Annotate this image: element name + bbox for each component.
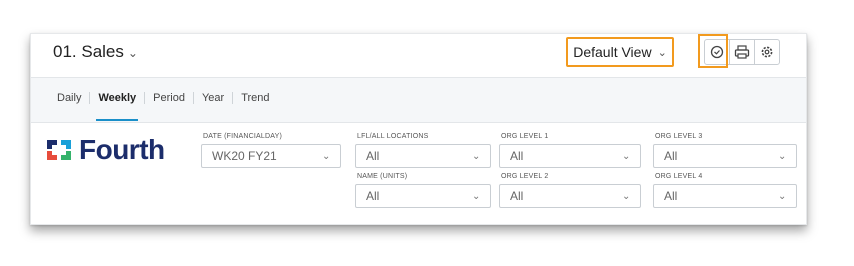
filter-org4-select[interactable]: All ⌄: [653, 184, 797, 208]
tab-period[interactable]: Period: [144, 92, 193, 104]
filter-date-value: WK20 FY21: [212, 149, 277, 163]
chevron-down-icon: ⌄: [472, 190, 481, 202]
filter-label-org2: ORG LEVEL 2: [501, 173, 549, 180]
filter-label-org4: ORG LEVEL 4: [655, 173, 703, 180]
filter-name-select[interactable]: All ⌄: [355, 184, 491, 208]
brand-logo: Fourth: [45, 134, 165, 166]
fourth-logo-icon: [47, 140, 71, 160]
filter-org1-select[interactable]: All ⌄: [499, 144, 641, 168]
filter-label-date: DATE (FINANCIALDAY): [203, 133, 282, 140]
filter-org1-value: All: [510, 149, 524, 163]
chevron-down-icon: ⌄: [778, 190, 787, 202]
filter-label-org3: ORG LEVEL 3: [655, 133, 703, 140]
tab-daily[interactable]: Daily: [49, 92, 89, 104]
tab-bar: Daily Weekly Period Year Trend: [31, 77, 806, 123]
filter-label-lfl: LFL/ALL LOCATIONS: [357, 133, 429, 140]
chevron-down-icon: ⌄: [127, 46, 138, 60]
report-panel: 01. Sales ⌄ Default View ⌄ Daily Weekly …: [30, 33, 807, 225]
filter-name-value: All: [366, 189, 380, 203]
filter-lfl-value: All: [366, 149, 380, 163]
chevron-down-icon: ⌄: [622, 150, 631, 162]
view-label: Default View: [573, 44, 652, 60]
filter-org3-value: All: [664, 149, 678, 163]
filter-label-org1: ORG LEVEL 1: [501, 133, 549, 140]
print-button[interactable]: [729, 39, 755, 65]
chevron-down-icon: ⌄: [657, 46, 667, 59]
print-icon: [734, 45, 750, 59]
tab-weekly[interactable]: Weekly: [89, 92, 144, 121]
chevron-down-icon: ⌄: [778, 150, 787, 162]
filter-org4-value: All: [664, 189, 678, 203]
page-title-text: 01. Sales: [53, 42, 124, 61]
filter-lfl-select[interactable]: All ⌄: [355, 144, 491, 168]
filter-date-select[interactable]: WK20 FY21 ⌄: [201, 144, 341, 168]
chevron-down-icon: ⌄: [322, 150, 331, 162]
settings-icon: [761, 46, 773, 58]
filter-label-name: NAME (UNITS): [357, 173, 408, 180]
tab-year[interactable]: Year: [192, 92, 232, 104]
brand-name: Fourth: [79, 134, 165, 165]
tab-trend[interactable]: Trend: [232, 92, 277, 104]
chevron-down-icon: ⌄: [622, 190, 631, 202]
view-selector[interactable]: Default View ⌄: [566, 37, 674, 67]
settings-button[interactable]: [754, 39, 780, 65]
page-title[interactable]: 01. Sales ⌄: [53, 42, 138, 62]
highlight-box: [698, 34, 728, 68]
filter-org3-select[interactable]: All ⌄: [653, 144, 797, 168]
chevron-down-icon: ⌄: [472, 150, 481, 162]
filter-org2-select[interactable]: All ⌄: [499, 184, 641, 208]
filter-org2-value: All: [510, 189, 524, 203]
